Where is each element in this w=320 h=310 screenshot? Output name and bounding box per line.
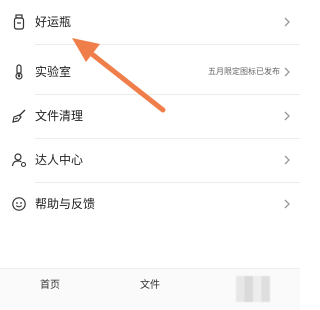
chevron-right-icon [284, 111, 290, 121]
menu-item-help-feedback[interactable]: 帮助与反馈 [0, 182, 300, 226]
smile-icon [11, 196, 27, 212]
blurred-tab[interactable] [236, 276, 270, 302]
user-badge-icon [11, 152, 27, 168]
lab-announcement: 五月限定图标已发布 [208, 67, 280, 76]
chevron-right-icon [284, 67, 290, 77]
menu-item-lucky-bottle[interactable]: 好运瓶 [0, 0, 300, 44]
chevron-right-icon [284, 199, 290, 209]
menu-item-label: 好运瓶 [35, 15, 72, 29]
divider [35, 44, 300, 45]
menu-item-label: 达人中心 [35, 153, 84, 167]
bottle-icon [11, 14, 27, 30]
thermometer-icon [11, 64, 27, 80]
menu-item-file-cleanup[interactable]: 文件清理 [0, 94, 300, 138]
tab-files[interactable]: 文件 [140, 279, 160, 293]
menu-item-label: 文件清理 [35, 109, 84, 123]
menu-item-label: 帮助与反馈 [35, 197, 96, 211]
tab-home[interactable]: 首页 [40, 279, 60, 293]
broom-icon [11, 108, 27, 124]
chevron-right-icon [284, 17, 290, 27]
menu-item-lab[interactable]: 实验室 五月限定图标已发布 [0, 50, 300, 94]
bottom-tab-bar: 首页 文件 [0, 268, 300, 310]
menu-item-expert-center[interactable]: 达人中心 [0, 138, 300, 182]
chevron-right-icon [284, 155, 290, 165]
menu-item-label: 实验室 [35, 65, 72, 79]
